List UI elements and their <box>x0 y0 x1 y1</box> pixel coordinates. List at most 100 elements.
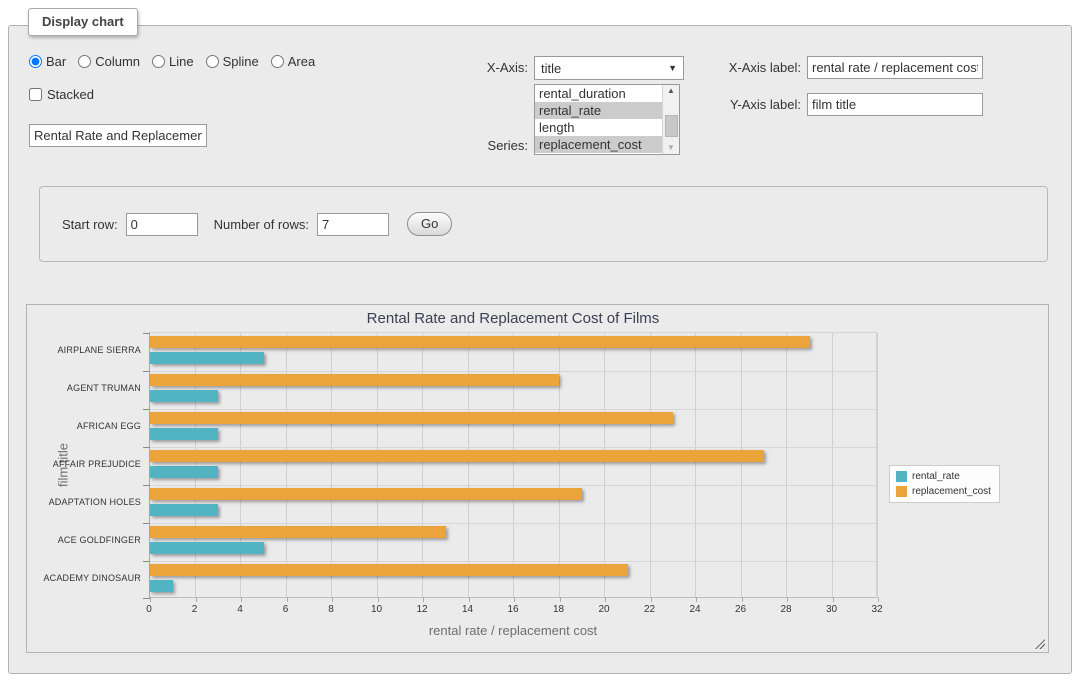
bar-replacement_cost[interactable] <box>150 412 673 424</box>
series-listbox[interactable]: rental_duration rental_rate length repla… <box>534 84 680 155</box>
gridline <box>832 333 833 597</box>
radio-bar-input[interactable] <box>29 55 42 68</box>
resize-handle-icon[interactable] <box>1035 639 1045 649</box>
series-option-length[interactable]: length <box>535 119 662 136</box>
scroll-up-icon[interactable]: ▲ <box>663 85 679 97</box>
fieldset-legend: Display chart <box>28 8 138 36</box>
bar-rental_rate[interactable] <box>150 542 264 554</box>
category-label: AGENT TRUMAN <box>29 383 141 394</box>
go-button[interactable]: Go <box>407 212 452 236</box>
y-axis-tick <box>143 333 150 334</box>
series-option-replacement-cost[interactable]: replacement_cost <box>535 136 662 153</box>
legend-label-replacement-cost: replacement_cost <box>912 486 991 497</box>
bar-replacement_cost[interactable] <box>150 488 582 500</box>
radio-column[interactable]: Column <box>78 54 140 69</box>
start-row-input[interactable] <box>126 213 198 236</box>
gridline <box>559 333 560 597</box>
y-axis-tick <box>143 523 150 524</box>
legend-label-rental-rate: rental_rate <box>912 471 960 482</box>
x-axis-tick <box>878 597 879 602</box>
radio-line[interactable]: Line <box>152 54 194 69</box>
bar-rental_rate[interactable] <box>150 580 173 592</box>
bar-replacement_cost[interactable] <box>150 336 810 348</box>
gridline <box>786 333 787 597</box>
x-axis-tick <box>514 597 515 602</box>
gridline <box>695 333 696 597</box>
gridline <box>604 333 605 597</box>
series-option-rental-duration[interactable]: rental_duration <box>535 85 662 102</box>
x-axis-tick <box>696 597 697 602</box>
gridline <box>150 447 876 448</box>
y-axis-tick <box>143 561 150 562</box>
chart-title: Rental Rate and Replacement Cost of Film… <box>149 310 877 327</box>
chart-type-radio-group: Bar Column Line Spline Area <box>29 54 315 69</box>
bar-rental_rate[interactable] <box>150 428 218 440</box>
plot-area <box>149 332 877 598</box>
radio-spline-input[interactable] <box>206 55 219 68</box>
radio-area-label: Area <box>288 54 315 69</box>
stacked-label: Stacked <box>47 87 94 102</box>
legend-item-replacement-cost[interactable]: replacement_cost <box>896 486 991 497</box>
category-label: AIRPLANE SIERRA <box>29 345 141 356</box>
bar-rental_rate[interactable] <box>150 352 264 364</box>
radio-column-label: Column <box>95 54 140 69</box>
x-axis-tick <box>787 597 788 602</box>
x-axis-tick <box>287 597 288 602</box>
gridline <box>877 333 878 597</box>
gridline <box>150 485 876 486</box>
legend-item-rental-rate[interactable]: rental_rate <box>896 471 991 482</box>
rows-panel: Start row: Number of rows: Go <box>39 186 1048 262</box>
x-axis-tick <box>605 597 606 602</box>
radio-column-input[interactable] <box>78 55 91 68</box>
x-tick-label: 2 <box>175 604 215 615</box>
series-options: rental_duration rental_rate length repla… <box>535 85 662 154</box>
radio-area[interactable]: Area <box>271 54 315 69</box>
radio-spline[interactable]: Spline <box>206 54 259 69</box>
x-axis-tick <box>833 597 834 602</box>
start-row-label: Start row: <box>62 217 118 232</box>
x-tick-label: 12 <box>402 604 442 615</box>
series-option-rental-rate[interactable]: rental_rate <box>535 102 662 119</box>
category-label: ACE GOLDFINGER <box>29 535 141 546</box>
x-axis-tick <box>651 597 652 602</box>
gridline <box>195 333 196 597</box>
radio-line-label: Line <box>169 54 194 69</box>
x-axis-tick <box>150 597 151 602</box>
gridline <box>650 333 651 597</box>
gridline <box>240 333 241 597</box>
bar-replacement_cost[interactable] <box>150 374 559 386</box>
x-axis-tick <box>332 597 333 602</box>
scroll-down-icon[interactable]: ▼ <box>663 142 679 154</box>
y-axis-tick <box>143 447 150 448</box>
gridline <box>150 409 876 410</box>
bar-rental_rate[interactable] <box>150 466 218 478</box>
scrollbar-thumb[interactable] <box>665 115 678 137</box>
x-axis-tick <box>423 597 424 602</box>
bar-replacement_cost[interactable] <box>150 526 446 538</box>
x-axis-tick <box>469 597 470 602</box>
gridline <box>150 523 876 524</box>
x-axis-title: rental rate / replacement cost <box>149 623 877 638</box>
gridline <box>286 333 287 597</box>
y-axis-label-input[interactable] <box>807 93 983 116</box>
bar-replacement_cost[interactable] <box>150 564 628 576</box>
x-axis-select[interactable]: title ▼ <box>534 56 684 80</box>
bar-replacement_cost[interactable] <box>150 450 764 462</box>
y-axis-tick <box>143 409 150 410</box>
stacked-checkbox[interactable] <box>29 88 42 101</box>
radio-area-input[interactable] <box>271 55 284 68</box>
listbox-scrollbar[interactable]: ▲ ▼ <box>662 85 679 154</box>
series-label: Series: <box>429 138 528 153</box>
x-axis-label-input[interactable] <box>807 56 983 79</box>
num-rows-input[interactable] <box>317 213 389 236</box>
category-label: AFFAIR PREJUDICE <box>29 459 141 470</box>
stacked-checkbox-row[interactable]: Stacked <box>29 87 94 102</box>
gridline <box>377 333 378 597</box>
gridline <box>513 333 514 597</box>
radio-bar[interactable]: Bar <box>29 54 66 69</box>
bar-rental_rate[interactable] <box>150 504 218 516</box>
chart-title-input[interactable] <box>29 124 207 147</box>
radio-spline-label: Spline <box>223 54 259 69</box>
bar-rental_rate[interactable] <box>150 390 218 402</box>
radio-line-input[interactable] <box>152 55 165 68</box>
